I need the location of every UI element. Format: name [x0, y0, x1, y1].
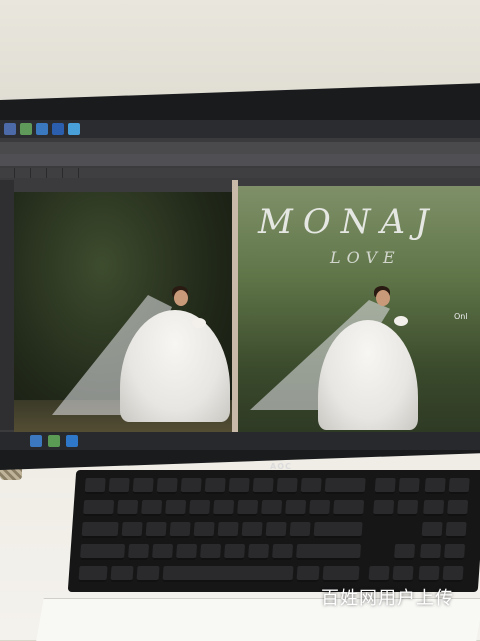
document-tab-bar [0, 168, 480, 178]
key[interactable] [156, 478, 178, 494]
key[interactable] [108, 478, 130, 494]
key[interactable] [180, 478, 202, 494]
key[interactable] [300, 478, 322, 494]
enter-key[interactable] [313, 522, 363, 538]
key[interactable] [169, 522, 191, 538]
key[interactable] [223, 544, 246, 560]
key[interactable] [241, 522, 263, 538]
key[interactable] [145, 522, 167, 538]
arrow-up-key[interactable] [393, 544, 416, 560]
key[interactable] [121, 522, 143, 538]
key[interactable] [397, 500, 419, 516]
document-tab[interactable] [32, 168, 47, 178]
arrow-right-key[interactable] [418, 566, 440, 582]
keyboard [67, 470, 480, 592]
shift-key[interactable] [295, 544, 362, 560]
arrow-down-key[interactable] [392, 566, 414, 582]
ctrl-key[interactable] [78, 566, 108, 582]
key[interactable] [247, 544, 270, 560]
key[interactable] [127, 544, 150, 560]
key[interactable] [285, 500, 307, 516]
shift-key[interactable] [79, 544, 126, 560]
key[interactable] [373, 500, 395, 516]
app-icon[interactable] [4, 123, 16, 135]
key[interactable] [193, 522, 215, 538]
tools-panel[interactable] [0, 180, 14, 430]
key[interactable] [189, 500, 211, 516]
key[interactable] [289, 522, 311, 538]
key[interactable] [271, 544, 294, 560]
script-title: MONAJ [258, 202, 439, 242]
key[interactable] [141, 500, 163, 516]
script-subtitle: LOVE [330, 248, 401, 267]
app-icon[interactable] [66, 435, 78, 447]
app-icon[interactable] [48, 435, 60, 447]
key[interactable] [136, 566, 160, 582]
left-bride-head [174, 290, 188, 306]
key[interactable] [265, 522, 287, 538]
document-tab[interactable] [0, 168, 15, 178]
key[interactable] [445, 522, 467, 538]
options-bar [0, 154, 480, 166]
space-bar[interactable] [162, 566, 294, 582]
key[interactable] [447, 500, 469, 516]
tab-key[interactable] [83, 500, 115, 516]
key[interactable] [443, 544, 466, 560]
key[interactable] [165, 500, 187, 516]
monitor-screen: MONAJ LOVE Onl [0, 120, 480, 450]
document-tab[interactable] [65, 168, 80, 178]
key[interactable] [213, 500, 235, 516]
document-tab[interactable] [16, 168, 31, 178]
key[interactable] [199, 544, 222, 560]
right-bride-head [376, 290, 390, 306]
key[interactable] [175, 544, 198, 560]
app-icon[interactable] [36, 123, 48, 135]
key[interactable] [132, 478, 154, 494]
app-icon[interactable] [52, 123, 64, 135]
key[interactable] [217, 522, 239, 538]
key[interactable] [110, 566, 134, 582]
watermark: 百姓网用户上传 [321, 588, 454, 609]
app-icon[interactable] [68, 123, 80, 135]
left-bouquet [192, 318, 206, 328]
key[interactable] [448, 478, 470, 494]
caps-lock-key[interactable] [81, 522, 119, 538]
key[interactable] [228, 478, 250, 494]
key[interactable] [333, 500, 365, 516]
side-caption: Onl [454, 312, 468, 321]
key[interactable] [322, 566, 360, 582]
key[interactable] [309, 500, 331, 516]
key[interactable] [252, 478, 274, 494]
key[interactable] [84, 478, 106, 494]
key[interactable] [419, 544, 442, 560]
key[interactable] [237, 500, 259, 516]
key[interactable] [442, 566, 464, 582]
key[interactable] [276, 478, 298, 494]
key[interactable] [261, 500, 283, 516]
key[interactable] [204, 478, 226, 494]
top-taskbar [0, 120, 480, 138]
backspace-key[interactable] [324, 478, 366, 494]
key[interactable] [296, 566, 320, 582]
key[interactable] [151, 544, 174, 560]
menu-bar [0, 142, 480, 154]
arrow-left-key[interactable] [368, 566, 390, 582]
key[interactable] [424, 478, 446, 494]
document-tab[interactable] [49, 168, 64, 178]
key[interactable] [423, 500, 445, 516]
key[interactable] [117, 500, 139, 516]
key[interactable] [398, 478, 420, 494]
key[interactable] [374, 478, 396, 494]
right-bouquet [394, 316, 408, 326]
start-icon[interactable] [30, 435, 42, 447]
key[interactable] [421, 522, 443, 538]
bottom-taskbar [0, 432, 480, 450]
app-icon[interactable] [20, 123, 32, 135]
